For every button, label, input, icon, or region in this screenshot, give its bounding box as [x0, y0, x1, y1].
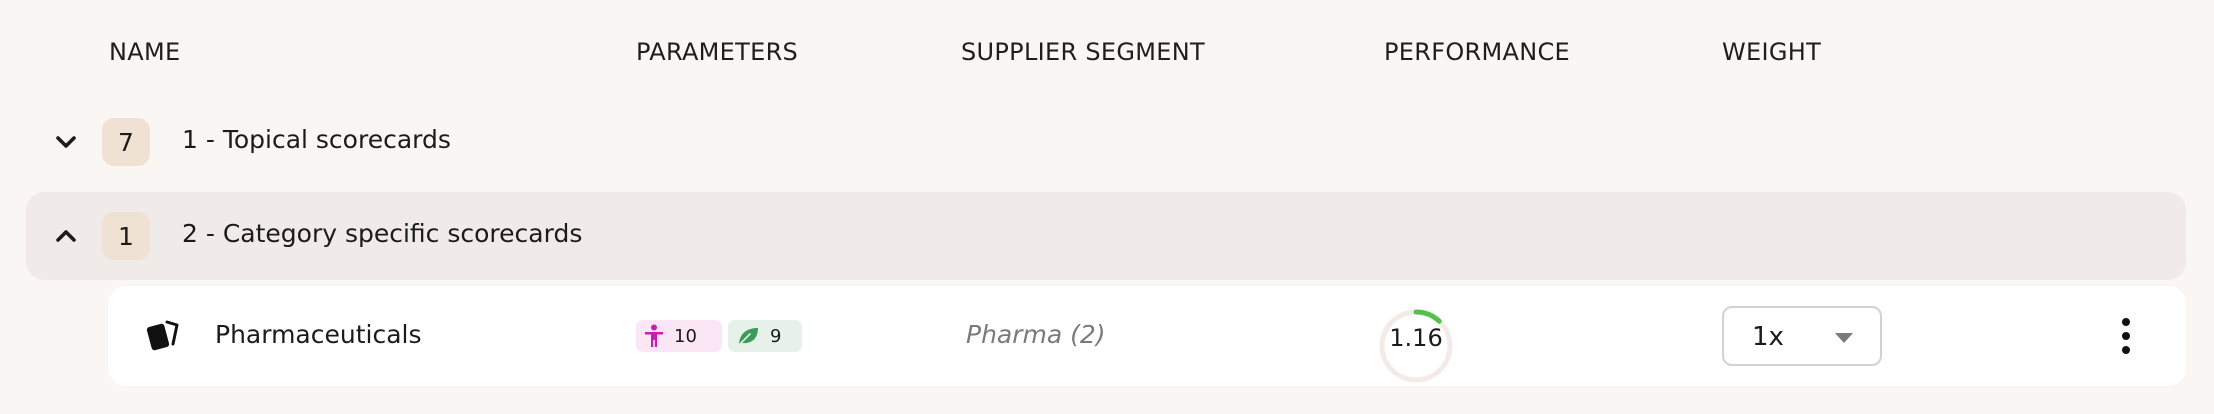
group-count-badge: 1 [102, 212, 150, 260]
table-header: NAME PARAMETERS SUPPLIER SEGMENT PERFORM… [0, 0, 2214, 104]
more-vertical-icon[interactable] [2118, 316, 2134, 356]
parameter-count: 9 [770, 325, 782, 347]
chevron-up-icon[interactable] [50, 220, 82, 252]
column-header-performance[interactable]: PERFORMANCE [1384, 38, 1570, 66]
weight-value: 1x [1752, 322, 1784, 352]
column-header-name[interactable]: NAME [109, 38, 180, 66]
chevron-down-icon[interactable] [50, 126, 82, 158]
column-header-supplier-segment[interactable]: SUPPLIER SEGMENT [961, 38, 1205, 66]
column-header-parameters[interactable]: PARAMETERS [636, 38, 798, 66]
performance-value: 1.16 [1389, 324, 1443, 352]
caret-down-icon [1835, 333, 1853, 343]
scorecard-name[interactable]: Pharmaceuticals [215, 320, 422, 349]
parameter-count: 10 [674, 325, 697, 347]
group-title: 1 - Topical scorecards [182, 125, 451, 154]
cards-icon [146, 320, 179, 351]
leaf-icon [737, 328, 758, 347]
weight-select[interactable]: 1x [1722, 306, 1882, 366]
supplier-segment-link[interactable]: Pharma (2) [966, 320, 1106, 349]
person-icon [645, 324, 663, 347]
group-row-topical-scorecards[interactable]: 7 1 - Topical scorecards [26, 98, 2186, 186]
scorecard-row[interactable]: Pharmaceuticals 10 9 Pharma (2) 1.16 1x [108, 286, 2186, 386]
group-row-category-specific-scorecards[interactable]: 1 2 - Category specific scorecards [26, 192, 2186, 280]
parameter-chip-environment: 9 [728, 320, 802, 352]
column-header-weight[interactable]: WEIGHT [1722, 38, 1821, 66]
group-title: 2 - Category specific scorecards [182, 219, 583, 248]
group-count-badge: 7 [102, 118, 150, 166]
parameter-chip-social: 10 [636, 320, 722, 352]
